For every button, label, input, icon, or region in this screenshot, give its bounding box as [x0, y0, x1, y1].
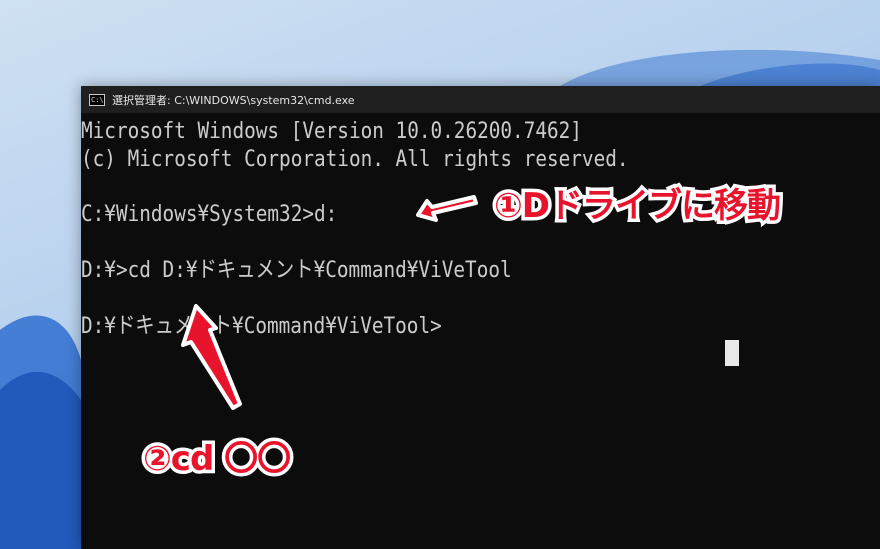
cmd-icon: C:\ — [89, 93, 105, 106]
text-cursor — [725, 340, 739, 366]
console-line: Microsoft Windows [Version 10.0.26200.74… — [81, 118, 582, 144]
console-prompt: D:¥ドキュメント¥Command¥ViVeTool> — [81, 313, 442, 339]
cmd-icon-glyph: C:\ — [91, 95, 104, 104]
window-titlebar[interactable]: C:\ 選択管理者: C:\WINDOWS\system32\cmd.exe — [81, 86, 880, 113]
console-line: (c) Microsoft Corporation. All rights re… — [81, 146, 629, 172]
annotation-step2: ②cd 〇〇 — [139, 436, 294, 483]
console-line: D:¥>cd D:¥ドキュメント¥Command¥ViVeTool — [81, 257, 512, 283]
annotation-step1: ①Dドライブに移動 — [490, 183, 784, 230]
window-title: 選択管理者: C:\WINDOWS\system32\cmd.exe — [112, 93, 355, 107]
console-line: C:¥Windows¥System32>d: — [81, 201, 338, 227]
